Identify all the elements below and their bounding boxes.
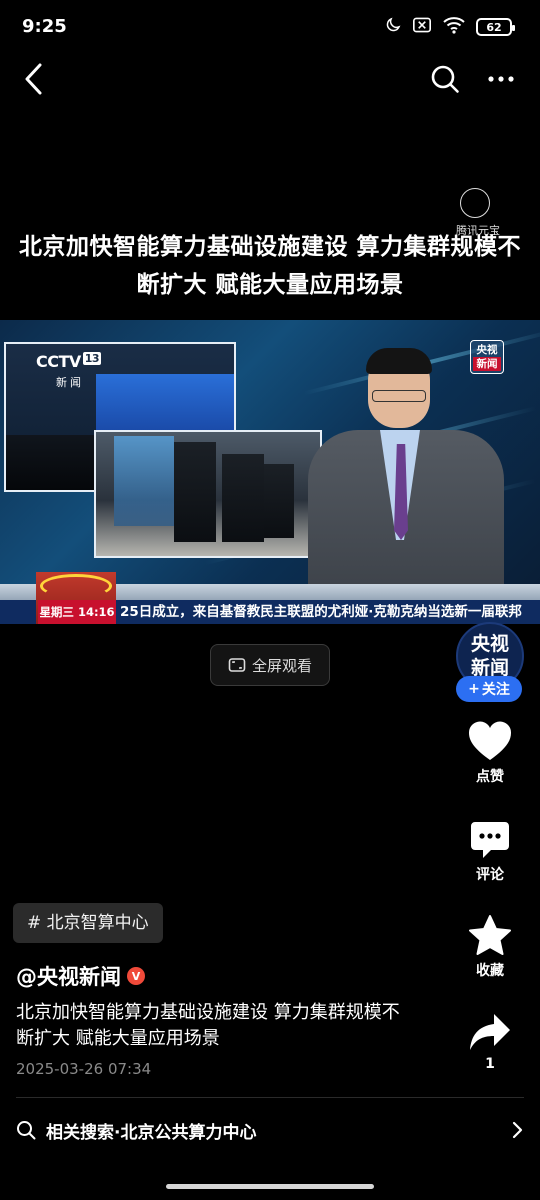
video-headline: 北京加快智能算力基础设施建设 算力集群规模不断扩大 赋能大量应用场景 <box>18 234 521 298</box>
server-rack <box>174 442 216 542</box>
watermark: 腾讯元宝 <box>456 188 500 237</box>
like-button[interactable]: 点赞 <box>460 720 520 786</box>
search-icon <box>17 1121 36 1140</box>
author-name[interactable]: @央视新闻 <box>16 961 121 991</box>
search-icon <box>431 65 459 93</box>
top-nav <box>0 54 540 104</box>
status-bar: 9:25 62 <box>0 0 540 54</box>
follow-button[interactable]: + 关注 <box>456 676 522 702</box>
status-icons: 62 <box>384 16 515 38</box>
wifi-icon <box>442 16 466 38</box>
post-timestamp: 2025-03-26 07:34 <box>16 1060 152 1078</box>
battery-icon: 62 <box>476 18 515 36</box>
comment-icon <box>471 822 509 858</box>
inset-light <box>114 436 174 526</box>
hashtag-chip[interactable]: # 北京智算中心 <box>13 903 163 943</box>
channel-avatar-text: 央视 新闻 <box>470 633 509 679</box>
more-button[interactable] <box>484 62 518 96</box>
divider <box>16 1097 524 1098</box>
anchor-glasses <box>372 390 426 402</box>
ticker-text: 25日成立，来自基督教民主联盟的尤利娅·克勒克纳当选新一届联邦 <box>120 604 522 620</box>
news-ticker: 星期三 14:16 25日成立，来自基督教民主联盟的尤利娅·克勒克纳当选新一届联… <box>0 572 540 624</box>
like-label: 点赞 <box>476 769 504 785</box>
share-button[interactable]: 1 <box>460 1012 520 1072</box>
heart-icon <box>468 721 512 760</box>
anchor-hair <box>366 348 432 374</box>
news-anchor <box>308 348 508 610</box>
status-time: 9:25 <box>22 16 67 37</box>
share-icon <box>470 1014 510 1050</box>
server-rack <box>264 464 294 538</box>
cctv-logo-sub: 新闻 <box>56 376 84 389</box>
video-inset-server-room <box>94 430 322 558</box>
sim-x-icon <box>412 16 432 38</box>
back-button[interactable] <box>18 60 48 98</box>
server-rack <box>222 454 264 542</box>
cctv-logo: CCTV 13 <box>36 352 102 371</box>
verified-icon: V <box>127 967 145 985</box>
favorite-button[interactable]: 收藏 <box>460 914 520 980</box>
fullscreen-label: 全屏观看 <box>251 656 312 675</box>
video-player[interactable]: CCTV 13 新闻 央视 新闻 星期三 14:16 25日成立，来自基督教民主联… <box>0 320 540 624</box>
search-button[interactable] <box>428 62 462 96</box>
watermark-logo-icon <box>460 188 490 218</box>
post-description: 北京加快智能算力基础设施建设 算力集群规模不断扩大 赋能大量应用场景 <box>16 1002 400 1049</box>
more-icon <box>488 76 514 82</box>
plus-icon: + <box>468 681 480 697</box>
favorite-label: 收藏 <box>476 963 504 979</box>
comment-label: 评论 <box>476 867 504 883</box>
related-search-text: 相关搜索·北京公共算力中心 <box>46 1122 257 1143</box>
moon-icon <box>384 16 402 38</box>
comment-button[interactable]: 评论 <box>460 820 520 884</box>
share-count: 1 <box>485 1056 495 1072</box>
back-icon <box>25 63 42 95</box>
home-indicator[interactable] <box>166 1184 374 1189</box>
inset-screens <box>96 374 234 432</box>
related-search-bar[interactable]: 相关搜索·北京公共算力中心 <box>16 1112 524 1148</box>
ticker-day: 星期三 14:16 <box>38 600 116 624</box>
author-row[interactable]: @央视新闻 V <box>16 961 145 991</box>
fullscreen-icon <box>228 658 246 672</box>
chevron-right-icon <box>512 1121 523 1139</box>
fullscreen-button[interactable]: 全屏观看 <box>210 644 330 686</box>
star-icon <box>469 915 511 955</box>
follow-label: 关注 <box>481 682 510 698</box>
